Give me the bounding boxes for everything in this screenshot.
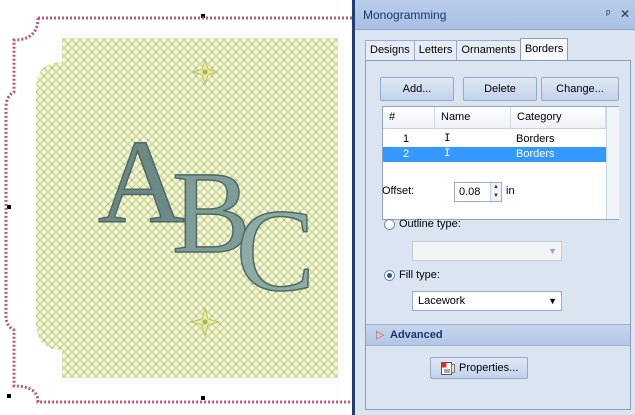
offset-spin-arrows[interactable]: ▲ ▼	[490, 183, 501, 201]
design-canvas[interactable]: A B C	[0, 0, 352, 415]
row-number: 1	[403, 133, 410, 145]
table-row[interactable]: 1 I Borders	[383, 132, 606, 147]
fill-type-label[interactable]: Fill type:	[399, 269, 440, 281]
table-row-selected[interactable]: 2 I Borders	[383, 147, 606, 162]
change-button[interactable]: Change...	[541, 77, 619, 101]
table-scrollbar[interactable]	[606, 107, 619, 219]
properties-label: Properties...	[459, 362, 519, 374]
fill-type-dropdown[interactable]: Lacework ▼	[412, 291, 562, 311]
column-header-name[interactable]: Name	[435, 107, 511, 129]
outline-type-label[interactable]: Outline type:	[399, 218, 461, 230]
advanced-label[interactable]: Advanced	[390, 329, 443, 341]
outline-type-radio[interactable]	[384, 219, 395, 230]
outline-type-dropdown[interactable]: ▼	[412, 241, 562, 261]
chevron-down-icon: ▼	[548, 246, 557, 256]
offset-value[interactable]: 0.08	[459, 186, 480, 198]
tab-borders[interactable]: Borders	[519, 38, 569, 60]
advanced-section-header[interactable]: ▷ Advanced	[366, 324, 630, 346]
monogramming-panel: Monogramming ᵖ ✕ Designs Letters Ornamen…	[352, 0, 635, 415]
borders-tab-content: Add... Delete Change... # Name Category …	[365, 60, 631, 410]
column-header-category[interactable]: Category	[511, 107, 606, 129]
chevron-down-icon: ▼	[548, 296, 557, 306]
tab-ornaments[interactable]: Ornaments	[456, 40, 521, 60]
row-name: I	[444, 148, 451, 160]
fill-type-radio[interactable]	[384, 270, 395, 281]
row-number: 2	[403, 148, 410, 160]
fill-type-value: Lacework	[418, 295, 466, 307]
tab-letters[interactable]: Letters	[413, 40, 458, 60]
pin-icon[interactable]: ᵖ	[606, 8, 610, 20]
properties-button[interactable]: Properties...	[430, 357, 528, 379]
row-category: Borders	[516, 148, 555, 160]
table-header: # Name Category	[383, 107, 606, 129]
embroidery-design[interactable]: A B C	[0, 0, 352, 415]
borders-table[interactable]: # Name Category 1 I Borders 2 I Borders	[382, 106, 619, 220]
tab-designs[interactable]: Designs	[365, 40, 415, 60]
panel-titlebar: Monogramming ᵖ ✕	[355, 0, 635, 30]
close-icon[interactable]: ✕	[620, 7, 630, 21]
offset-unit: in	[506, 185, 515, 197]
monogram-letter-c: C	[236, 185, 315, 316]
delete-button[interactable]: Delete	[463, 77, 537, 101]
properties-icon	[441, 362, 455, 375]
column-header-number[interactable]: #	[383, 107, 435, 129]
offset-spinbox[interactable]: 0.08 ▲ ▼	[454, 182, 502, 202]
spin-down-icon[interactable]: ▼	[491, 192, 501, 201]
row-name: I	[444, 133, 451, 145]
spin-up-icon[interactable]: ▲	[491, 183, 501, 192]
tab-strip: Designs Letters Ornaments Borders	[365, 38, 569, 60]
offset-label: Offset:	[382, 185, 415, 197]
expand-arrow-icon[interactable]: ▷	[376, 328, 384, 341]
row-category: Borders	[516, 133, 555, 145]
panel-title: Monogramming	[363, 8, 447, 22]
add-button[interactable]: Add...	[380, 77, 454, 101]
